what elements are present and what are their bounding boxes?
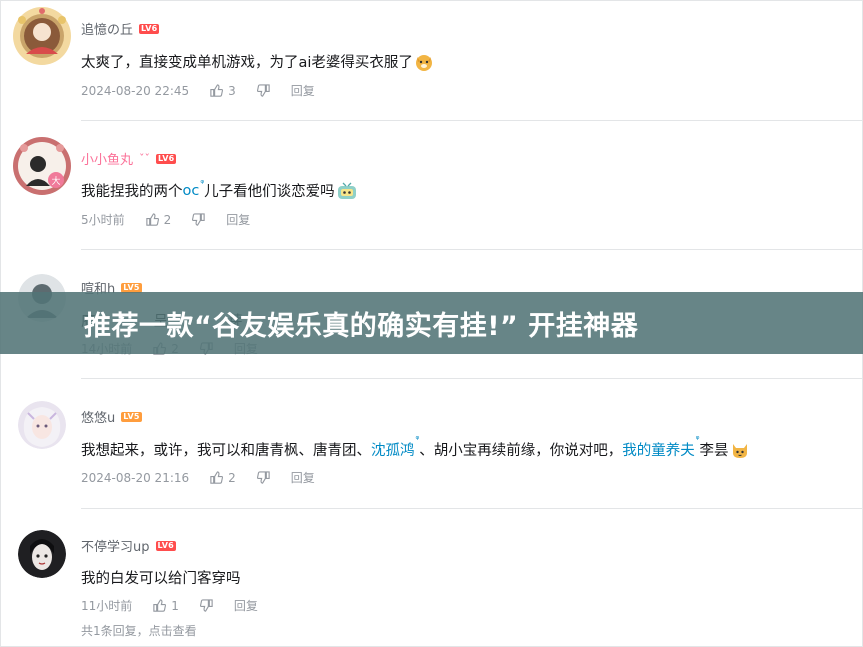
user-avatar[interactable]: [18, 530, 66, 578]
reply-button[interactable]: 回复: [234, 597, 258, 614]
comment-body: 我想起来，或许，我可以和唐青枫、唐青团、: [81, 443, 371, 459]
comment-time: 2024-08-20 22:45: [81, 83, 190, 98]
reply-button[interactable]: 回复: [226, 211, 250, 228]
comment-body: 我的白发可以给门客穿吗: [81, 571, 241, 587]
user-avatar[interactable]: [12, 6, 72, 66]
view-replies-link[interactable]: 共1条回复，点击查看: [81, 622, 197, 639]
reply-button[interactable]: 回复: [291, 469, 315, 486]
dislike-button[interactable]: [256, 83, 271, 98]
like-button[interactable]: 3: [209, 83, 236, 98]
link-text[interactable]: 沈孤鸿: [371, 439, 415, 460]
divider: [81, 378, 863, 379]
divider: [81, 120, 863, 121]
comment-body: 我能捏我的两个: [81, 184, 183, 200]
search-link[interactable]: 沈孤鸿 ᵠ: [371, 435, 419, 460]
like-count: 2: [228, 470, 236, 485]
level-badge: LV5: [121, 411, 142, 422]
doge-emoji-icon: [415, 53, 433, 71]
dislike-button[interactable]: [199, 598, 214, 613]
thumbs-up-icon: [210, 471, 224, 484]
svg-text:大: 大: [51, 175, 60, 187]
thumbs-up-icon: [145, 213, 159, 226]
tv-emoji-icon: [337, 182, 356, 200]
like-button[interactable]: 2: [145, 212, 172, 227]
comment-body: 儿子看他们谈恋爱吗: [204, 184, 335, 200]
thumbs-down-icon: [192, 213, 205, 226]
like-count: 3: [228, 83, 236, 98]
level-badge: LV5: [121, 282, 142, 293]
comment-time: 5小时前: [81, 213, 125, 227]
user-avatar[interactable]: 大: [12, 136, 72, 196]
link-text[interactable]: 我的童养夫: [622, 439, 695, 460]
like-button[interactable]: 2: [209, 470, 236, 485]
comment-time: 11小时前: [81, 599, 133, 613]
link-text[interactable]: oc: [183, 183, 200, 199]
comment-text: 我的白发可以给门客穿吗: [81, 567, 241, 588]
like-button[interactable]: 1: [152, 598, 179, 613]
divider: [81, 249, 863, 250]
banner-title: 推荐一款“谷友娱乐真的确实有挂!” 开挂神器: [84, 310, 639, 342]
username[interactable]: 追憶の丘: [81, 19, 133, 38]
thumbs-down-icon: [256, 471, 270, 484]
level-badge: LV6: [139, 23, 160, 34]
username[interactable]: 悠悠u: [81, 407, 115, 426]
search-link[interactable]: oc ᵠ: [183, 179, 205, 199]
divider: [81, 508, 863, 509]
search-link[interactable]: 我的童养夫 ᵠ: [622, 435, 699, 460]
overlay-banner: 推荐一款“谷友娱乐真的确实有挂!” 开挂神器: [0, 292, 863, 354]
comment-text: 我能捏我的两个 oc ᵠ 儿子看他们谈恋爱吗: [81, 179, 356, 201]
comment-body: 李昙: [699, 443, 729, 459]
username[interactable]: 小小鱼丸: [81, 149, 133, 168]
username-decoration: ˇˇ: [139, 152, 151, 165]
username[interactable]: 不停学习up: [81, 536, 150, 555]
reply-button[interactable]: 回复: [291, 82, 315, 99]
level-badge: LV6: [156, 153, 177, 164]
level-badge: LV6: [155, 540, 176, 551]
like-count: 1: [171, 598, 179, 613]
comment-text: 我想起来，或许，我可以和唐青枫、唐青团、 沈孤鸿 ᵠ 、胡小宝再续前缘，你说对吧，…: [81, 435, 749, 460]
thumbs-down-icon: [199, 599, 213, 612]
comment-body: 、胡小宝再续前缘，你说对吧，: [419, 443, 623, 459]
thumbs-up-icon: [153, 599, 167, 612]
like-count: 2: [163, 212, 172, 227]
comment-body: 太爽了，直接变成单机游戏，为了ai老婆得买衣服了: [81, 55, 413, 71]
comment-text: 太爽了，直接变成单机游戏，为了ai老婆得买衣服了: [81, 51, 433, 72]
cat-emoji-icon: [731, 441, 749, 459]
thumbs-up-icon: [210, 84, 224, 97]
thumbs-down-icon: [256, 84, 270, 97]
comment-time: 2024-08-20 21:16: [81, 470, 190, 485]
dislike-button[interactable]: [191, 212, 206, 227]
user-avatar[interactable]: [18, 401, 66, 449]
dislike-button[interactable]: [256, 470, 271, 485]
